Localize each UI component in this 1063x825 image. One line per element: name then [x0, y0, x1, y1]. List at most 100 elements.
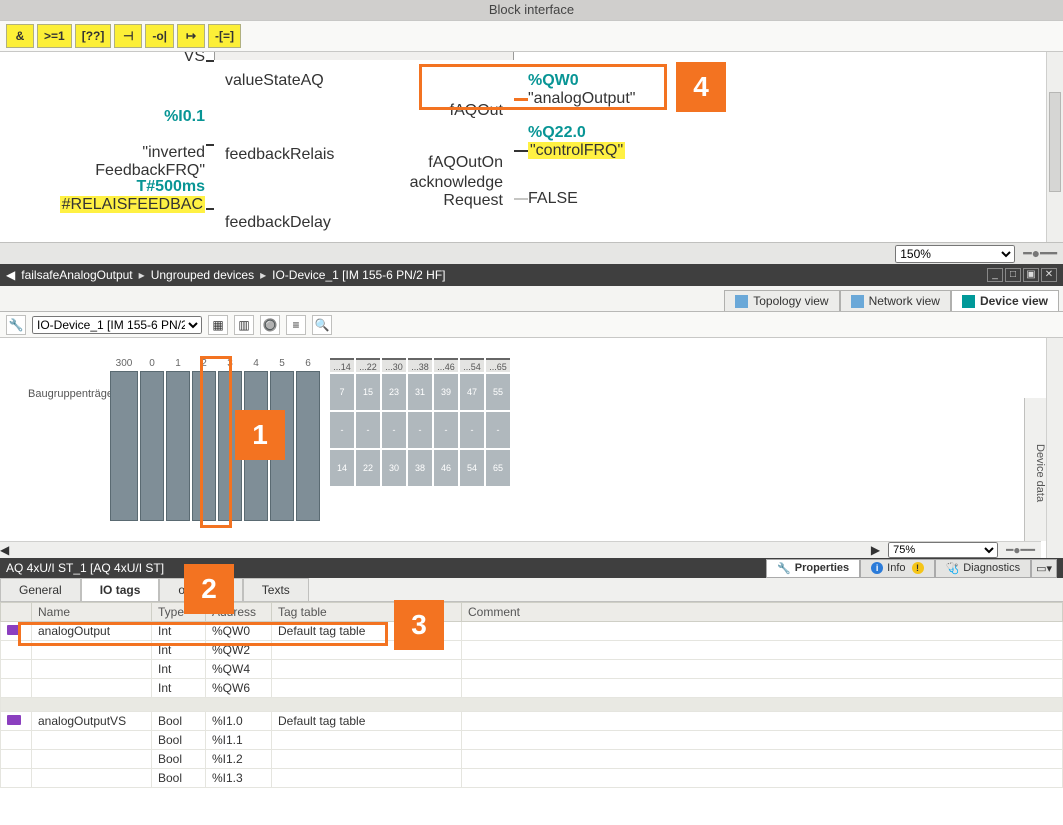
table-row[interactable]: Int%QW6	[1, 679, 1063, 698]
module-slot-0[interactable]	[110, 371, 138, 521]
zoom-slider-icon[interactable]: ━●━━	[1023, 245, 1057, 262]
function-block[interactable]: valueStateAQ feedbackRelais feedbackDela…	[214, 52, 514, 60]
cell-comment[interactable]	[462, 712, 1063, 731]
toolbar-btn-arrow[interactable]: ↦	[177, 24, 205, 48]
hw-zoom-slider-icon[interactable]: ━●━━	[1006, 543, 1035, 557]
table-row[interactable]: Bool%I1.2	[1, 750, 1063, 769]
mini-slot-cell[interactable]: 65	[486, 450, 510, 486]
mini-slot-cell[interactable]: 22	[356, 450, 380, 486]
device-selector[interactable]: IO-Device_1 [IM 155-6 PN/2 HF]	[32, 316, 202, 334]
dv-tool-list[interactable]: ≡	[286, 315, 306, 335]
window-close-icon[interactable]: ✕	[1041, 268, 1057, 282]
cell-tagtable[interactable]: Default tag table	[272, 712, 462, 731]
mini-slot-cell[interactable]: 46	[434, 450, 458, 486]
module-slot-7[interactable]	[296, 371, 320, 521]
table-row[interactable]	[1, 698, 1063, 712]
cell-name[interactable]	[32, 750, 152, 769]
window-min-icon[interactable]: _	[987, 268, 1003, 282]
mini-slot-cell[interactable]: -	[434, 412, 458, 448]
mini-slot-cell[interactable]: 47	[460, 374, 484, 410]
cell-comment[interactable]	[462, 750, 1063, 769]
mini-slot-cell[interactable]: -	[460, 412, 484, 448]
block-diagram[interactable]: valueStateAQ feedbackRelais feedbackDela…	[0, 52, 1063, 242]
mini-slot-cell[interactable]: 23	[382, 374, 406, 410]
window-rest-icon[interactable]: □	[1005, 268, 1021, 282]
cell-type[interactable]: Bool	[152, 750, 206, 769]
hw-zoom-select[interactable]: 75%	[888, 542, 998, 558]
block-zoom-select[interactable]: 150%	[895, 245, 1015, 263]
tab-info[interactable]: i Info !	[860, 559, 934, 578]
cell-tagtable[interactable]	[272, 750, 462, 769]
cell-name[interactable]: analogOutputVS	[32, 712, 152, 731]
cell-comment[interactable]	[462, 769, 1063, 788]
inspector-collapse-button[interactable]: ▭▾	[1031, 559, 1057, 578]
tab-topology-view[interactable]: Topology view	[724, 290, 839, 311]
cell-comment[interactable]	[462, 679, 1063, 698]
mini-slot-cell[interactable]: -	[356, 412, 380, 448]
cell-type[interactable]: Bool	[152, 769, 206, 788]
tab-properties[interactable]: 🔧 Properties	[766, 559, 860, 578]
cell-type[interactable]: Bool	[152, 731, 206, 750]
module-slot-2[interactable]	[166, 371, 190, 521]
tab-diagnostics[interactable]: 🩺 Diagnostics	[935, 559, 1032, 578]
dv-tool-grid[interactable]: ▦	[208, 315, 228, 335]
hardware-panel[interactable]: Baugruppenträge... 300 0 1 2 3 4 5 6 ...…	[0, 338, 1063, 558]
table-row[interactable]: Bool%I1.1	[1, 731, 1063, 750]
subtab-texts[interactable]: Texts	[243, 578, 309, 601]
cell-tagtable[interactable]	[272, 731, 462, 750]
mini-slot-cell[interactable]: -	[408, 412, 432, 448]
cell-type[interactable]: Int	[152, 679, 206, 698]
block-scrollbar-vertical[interactable]	[1046, 52, 1063, 242]
toolbar-btn-assign[interactable]: -[=]	[208, 24, 241, 48]
mini-slot-cell[interactable]: 30	[382, 450, 406, 486]
table-row[interactable]: Int%QW4	[1, 660, 1063, 679]
cell-tagtable[interactable]	[272, 660, 462, 679]
cell-name[interactable]	[32, 660, 152, 679]
dv-tool-zoom-sel[interactable]: 🔘	[260, 315, 280, 335]
cell-address[interactable]: %I1.3	[206, 769, 272, 788]
cell-comment[interactable]	[462, 622, 1063, 641]
mini-slot-cell[interactable]: 54	[460, 450, 484, 486]
hw-scroll-right-icon[interactable]: ▶	[871, 543, 880, 557]
mini-slot-cell[interactable]: 39	[434, 374, 458, 410]
cell-type[interactable]: Bool	[152, 712, 206, 731]
table-row[interactable]: Bool%I1.3	[1, 769, 1063, 788]
hw-scrollbar-vertical[interactable]	[1046, 338, 1063, 558]
breadcrumb-part-2[interactable]: IO-Device_1 [IM 155-6 PN/2 HF]	[272, 268, 445, 282]
mini-slot-cell[interactable]: 31	[408, 374, 432, 410]
cell-address[interactable]: %I1.0	[206, 712, 272, 731]
mini-slot-cell[interactable]: -	[486, 412, 510, 448]
device-data-side-tab[interactable]: Device data	[1024, 398, 1046, 541]
mini-slot-cell[interactable]: -	[330, 412, 354, 448]
breadcrumb-part-1[interactable]: Ungrouped devices	[151, 268, 254, 282]
toolbar-btn-coil[interactable]: -o|	[145, 24, 174, 48]
module-slot-1[interactable]	[140, 371, 164, 521]
cell-type[interactable]: Int	[152, 660, 206, 679]
col-comment[interactable]: Comment	[462, 603, 1063, 622]
mini-slot-cell[interactable]: -	[382, 412, 406, 448]
dv-tool-find[interactable]: 🔍	[312, 315, 332, 335]
cell-comment[interactable]	[462, 731, 1063, 750]
toolbar-btn-ge1[interactable]: >=1	[37, 24, 72, 48]
cell-address[interactable]: %QW6	[206, 679, 272, 698]
dv-tool-1[interactable]: 🔧	[6, 315, 26, 335]
mini-slot-cell[interactable]: 38	[408, 450, 432, 486]
dv-tool-frame[interactable]: ▥	[234, 315, 254, 335]
cell-tagtable[interactable]	[272, 769, 462, 788]
subtab-general[interactable]: General	[0, 578, 81, 601]
toolbar-btn-and[interactable]: &	[6, 24, 34, 48]
cell-name[interactable]	[32, 679, 152, 698]
mini-slot-cell[interactable]: 15	[356, 374, 380, 410]
tab-device-view[interactable]: Device view	[951, 290, 1059, 311]
cell-address[interactable]: %I1.1	[206, 731, 272, 750]
toolbar-btn-contact[interactable]: ⊣	[114, 24, 142, 48]
breadcrumb-part-0[interactable]: failsafeAnalogOutput	[21, 268, 132, 282]
hw-scroll-left-icon[interactable]: ◀	[0, 543, 9, 557]
mini-slot-cell[interactable]: 55	[486, 374, 510, 410]
subtab-iotags[interactable]: IO tags	[81, 578, 160, 601]
tab-network-view[interactable]: Network view	[840, 290, 951, 311]
mini-slot-cell[interactable]: 7	[330, 374, 354, 410]
cell-comment[interactable]	[462, 641, 1063, 660]
extension-slots[interactable]: ...14 ...22 ...30 ...38 ...46 ...54 ...6…	[330, 358, 510, 488]
cell-address[interactable]: %QW4	[206, 660, 272, 679]
